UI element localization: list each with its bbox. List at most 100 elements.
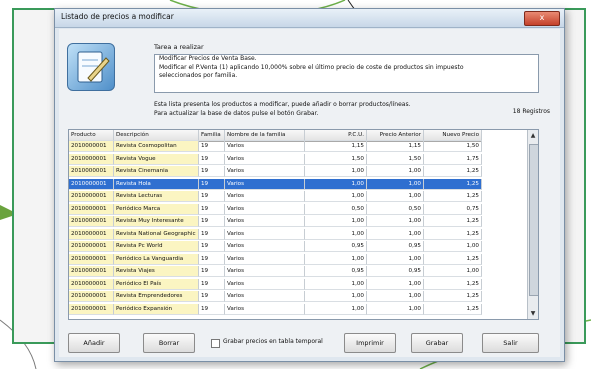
- table-row[interactable]: 2010000001 Revista Muy Interesante 19 Vario…: [69, 216, 482, 227]
- table-cell: 19: [199, 153, 225, 165]
- price-list-window: Listado de precios a modificar x Tarea a…: [54, 8, 565, 362]
- table-row[interactable]: 2010000001 Periódico La Vanguardia 19 Vario…: [69, 253, 482, 265]
- info-line: Esta lista presenta los productos a modi…: [154, 101, 411, 108]
- delete-button[interactable]: Borrar: [143, 333, 195, 353]
- table-cell: 1,00: [305, 253, 367, 265]
- table-cell: 1,00: [367, 166, 424, 177]
- table-row[interactable]: 2010000001 Revista Viajes 19 Varios 0,95 0,95…: [69, 266, 482, 277]
- table-cell: 1,00: [367, 191, 424, 202]
- table-cell: Periódico La Vanguardia: [114, 253, 199, 265]
- table-cell: 0,95: [305, 241, 367, 252]
- table-row[interactable]: 2010000001 Revista Cinemania 19 Varios 1,00 1…: [69, 166, 482, 177]
- table-cell: 19: [199, 141, 225, 152]
- table-cell: 2010000001: [69, 303, 114, 315]
- table-cell: 1,00: [367, 178, 424, 190]
- table-row[interactable]: 2010000001 Periódico Expansión 19 Varios 1,0…: [69, 303, 482, 315]
- print-button[interactable]: Imprimir: [344, 333, 396, 353]
- task-line: seleccionados por familia.: [159, 72, 238, 79]
- table-cell: Revista Cosmopolitan: [114, 141, 199, 152]
- table-cell: 1,75: [424, 153, 482, 165]
- table-cell: 19: [199, 166, 225, 177]
- table-row[interactable]: 2010000001 Revista Hola 19 Varios 1,00 1,00 1,…: [69, 178, 482, 190]
- table-cell: 2010000001: [69, 178, 114, 190]
- save-button[interactable]: Grabar: [411, 333, 463, 353]
- table-row[interactable]: 2010000001 Periódico El País 19 Varios 1,00 1…: [69, 278, 482, 290]
- table-cell: Revista Vogue: [114, 153, 199, 165]
- table-cell: 2010000001: [69, 203, 114, 215]
- table-cell: 1,50: [367, 153, 424, 165]
- title-bar[interactable]: Listado de precios a modificar x: [55, 9, 564, 28]
- column-header[interactable]: Familia: [199, 130, 225, 141]
- column-header[interactable]: Precio Anterior: [367, 130, 424, 141]
- table-row[interactable]: 2010000001 Revista Pc World 19 Varios 0,95 0,…: [69, 241, 482, 252]
- table-cell: 2010000001: [69, 191, 114, 202]
- table-cell: Revista Viajes: [114, 266, 199, 277]
- table-cell: Revista Lecturas: [114, 191, 199, 202]
- column-header[interactable]: Nombre de la familia: [225, 130, 305, 141]
- add-button[interactable]: Añadir: [68, 333, 120, 353]
- table-cell: Varios: [225, 241, 305, 252]
- table-cell: 2010000001: [69, 241, 114, 252]
- table-cell: Varios: [225, 191, 305, 202]
- task-description: Modificar Precios de Venta Base. Modific…: [154, 54, 539, 93]
- table-cell: 19: [199, 216, 225, 227]
- table-cell: 1,25: [424, 291, 482, 302]
- table-cell: Varios: [225, 166, 305, 177]
- table-cell: 2010000001: [69, 266, 114, 277]
- close-button[interactable]: x: [524, 11, 560, 26]
- exit-button[interactable]: Salir: [482, 333, 539, 353]
- table-cell: 0,50: [305, 203, 367, 215]
- table-cell: 0,75: [424, 203, 482, 215]
- column-header[interactable]: Descripción: [114, 130, 199, 141]
- table-cell: Periódico Expansión: [114, 303, 199, 315]
- table-cell: 1,50: [305, 153, 367, 165]
- table-cell: 19: [199, 241, 225, 252]
- temp-table-label: Grabar precios en tabla temporal: [223, 338, 323, 345]
- task-line: Modificar el P.Venta (1) aplicando 10,00…: [159, 63, 464, 71]
- column-header[interactable]: Producto: [69, 130, 114, 141]
- table-cell: 19: [199, 178, 225, 190]
- table-cell: 19: [199, 203, 225, 215]
- table-cell: 1,00: [367, 303, 424, 315]
- table-cell: 0,95: [305, 266, 367, 277]
- table-cell: 2010000001: [69, 216, 114, 227]
- table-cell: 19: [199, 253, 225, 265]
- scroll-down-icon[interactable]: ▼: [528, 308, 538, 319]
- table-cell: 1,15: [367, 141, 424, 152]
- table-cell: 2010000001: [69, 166, 114, 177]
- table-cell: 1,25: [424, 191, 482, 202]
- table-cell: 1,00: [305, 228, 367, 240]
- table-cell: 2010000001: [69, 153, 114, 165]
- task-label: Tarea a realizar: [154, 43, 204, 51]
- table-cell: 1,15: [305, 141, 367, 152]
- products-table[interactable]: Producto Descripción Familia Nombre de l…: [68, 129, 539, 320]
- table-cell: 1,00: [367, 253, 424, 265]
- record-count: 18 Registros: [512, 108, 550, 115]
- table-row[interactable]: 2010000001 Revista Cosmopolitan 19 Varios 1,…: [69, 141, 482, 152]
- table-cell: 2010000001: [69, 253, 114, 265]
- notepad-pencil-icon: [77, 51, 110, 83]
- temp-table-checkbox[interactable]: [211, 339, 220, 348]
- table-cell: 1,00: [305, 291, 367, 302]
- table-cell: Varios: [225, 228, 305, 240]
- column-header[interactable]: Nuevo Precio: [424, 130, 482, 141]
- table-row[interactable]: 2010000001 Periódico Marca 19 Varios 0,50 0,5…: [69, 203, 482, 215]
- table-cell: 19: [199, 303, 225, 315]
- table-row[interactable]: 2010000001 Revista Emprendedores 19 Varios 1…: [69, 291, 482, 302]
- column-header[interactable]: P.C.U.: [305, 130, 367, 141]
- table-scrollbar[interactable]: ▲ ▼: [527, 130, 538, 319]
- scroll-up-icon[interactable]: ▲: [528, 130, 538, 141]
- table-cell: 1,50: [424, 141, 482, 152]
- table-row[interactable]: 2010000001 Revista Vogue 19 Varios 1,50 1,50 1…: [69, 153, 482, 165]
- table-cell: 1,25: [424, 166, 482, 177]
- table-cell: 1,25: [424, 303, 482, 315]
- table-cell: Varios: [225, 178, 305, 190]
- table-cell: 1,00: [367, 278, 424, 290]
- table-cell: 1,25: [424, 216, 482, 227]
- table-cell: Varios: [225, 291, 305, 302]
- scroll-thumb[interactable]: [529, 144, 538, 296]
- table-row[interactable]: 2010000001 Revista Lecturas 19 Varios 1,00 1,…: [69, 191, 482, 202]
- table-row[interactable]: 2010000001 Revista National Geographic 19 V…: [69, 228, 482, 240]
- table-cell: Revista National Geographic: [114, 228, 199, 240]
- table-cell: Varios: [225, 303, 305, 315]
